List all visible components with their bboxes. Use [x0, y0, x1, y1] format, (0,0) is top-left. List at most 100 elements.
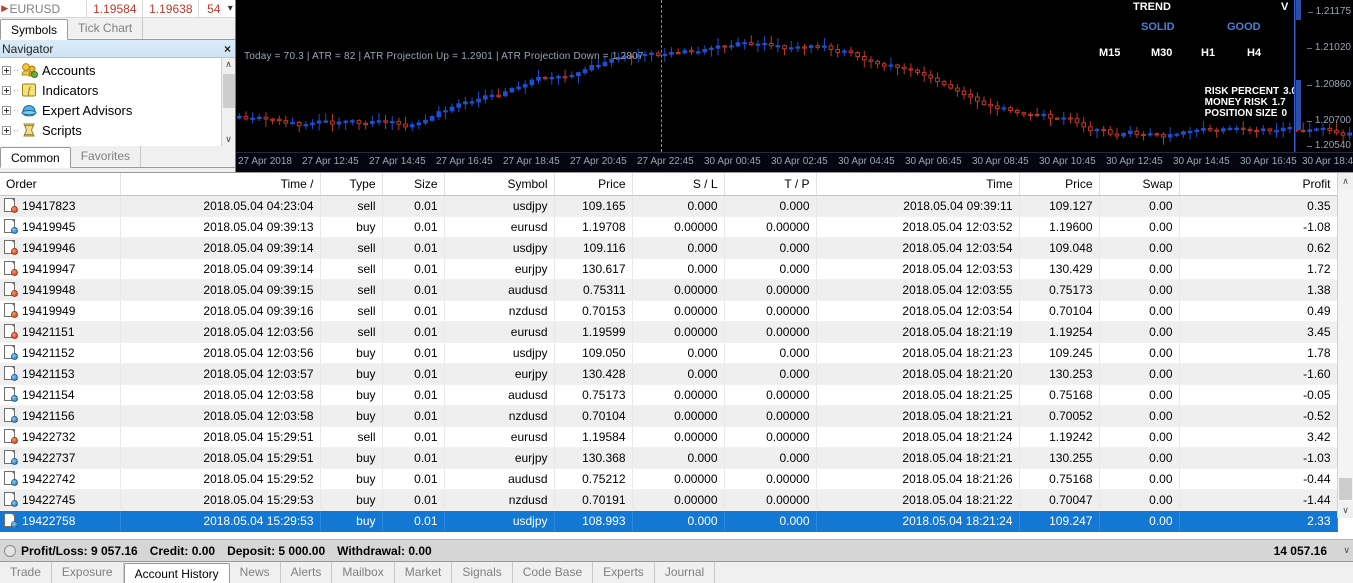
- terminal-tab-journal[interactable]: Journal: [655, 562, 715, 583]
- cell-size: 0.01: [382, 363, 444, 384]
- scroll-down-icon[interactable]: ∨: [1343, 545, 1350, 556]
- terminal-tab-market[interactable]: Market: [395, 562, 453, 583]
- table-row[interactable]: 194227372018.05.04 15:29:51buy0.01eurjpy…: [0, 447, 1337, 468]
- cell-tp: 0.000: [724, 510, 816, 531]
- time-tick: 27 Apr 16:45: [436, 156, 493, 167]
- table-row[interactable]: 194227322018.05.04 15:29:51sell0.01eurus…: [0, 426, 1337, 447]
- time-scale[interactable]: 27 Apr 2018 27 Apr 12:45 27 Apr 14:45 27…: [236, 152, 1353, 172]
- column-header-order[interactable]: Order: [0, 173, 120, 195]
- table-row[interactable]: 194211532018.05.04 12:03:57buy0.01eurjpy…: [0, 363, 1337, 384]
- table-row[interactable]: 194199482018.05.04 09:39:15sell0.01audus…: [0, 279, 1337, 300]
- scroll-down-icon[interactable]: ∨: [225, 133, 232, 146]
- terminal-tab-trade[interactable]: Trade: [0, 562, 52, 583]
- table-row[interactable]: 194199462018.05.04 09:39:14sell0.01usdjp…: [0, 237, 1337, 258]
- scroll-up-icon[interactable]: ∧: [225, 58, 232, 71]
- terminal-tab-account-history[interactable]: Account History: [124, 563, 230, 583]
- order-number: 19422732: [22, 430, 75, 444]
- column-header-type[interactable]: Type: [320, 173, 382, 195]
- cell-size: 0.01: [382, 384, 444, 405]
- timeframe-h4[interactable]: H4: [1247, 47, 1261, 59]
- price-scale[interactable]: 1.21175 1.21020 1.20860 1.20700 1.20540: [1295, 0, 1353, 152]
- tab-symbols[interactable]: Symbols: [0, 19, 68, 40]
- price-tick: 1.20700: [1315, 115, 1351, 126]
- cell-open-price: 109.116: [554, 237, 632, 258]
- table-row[interactable]: 194199472018.05.04 09:39:14sell0.01eurjp…: [0, 258, 1337, 279]
- column-header-close-price[interactable]: Price: [1019, 173, 1099, 195]
- table-row[interactable]: 194178232018.05.04 04:23:04sell0.01usdjp…: [0, 195, 1337, 216]
- column-header-profit[interactable]: Profit: [1179, 173, 1337, 195]
- terminal-tab-signals[interactable]: Signals: [452, 562, 512, 583]
- table-row[interactable]: 194227582018.05.04 15:29:53buy0.01usdjpy…: [0, 510, 1337, 531]
- scrollbar-thumb[interactable]: [223, 74, 235, 108]
- navigator-item-indicators[interactable]: ·· f Indicators: [0, 80, 235, 100]
- scrollbar-thumb[interactable]: [1339, 478, 1352, 500]
- table-row[interactable]: 194211522018.05.04 12:03:56buy0.01usdjpy…: [0, 342, 1337, 363]
- navigator-scrollbar[interactable]: ∧ ∨: [221, 58, 235, 146]
- column-header-close-time[interactable]: Time: [816, 173, 1019, 195]
- column-header-swap[interactable]: Swap: [1099, 173, 1179, 195]
- terminal-tab-news[interactable]: News: [230, 562, 281, 583]
- timeframe-h1[interactable]: H1: [1201, 47, 1215, 59]
- terminal-tab-alerts[interactable]: Alerts: [281, 562, 333, 583]
- cell-order: 19422745: [0, 489, 120, 510]
- cell-sl: 0.00000: [632, 489, 724, 510]
- scroll-up-icon[interactable]: ∧: [1338, 173, 1353, 189]
- price-chart[interactable]: Today = 70.3 | ATR = 82 | ATR Projection…: [236, 0, 1353, 172]
- column-header-open-price[interactable]: Price: [554, 173, 632, 195]
- cell-open-price: 109.165: [554, 195, 632, 216]
- expand-icon[interactable]: [2, 106, 11, 115]
- column-header-symbol[interactable]: Symbol: [444, 173, 554, 195]
- cell-type: buy: [320, 342, 382, 363]
- expert-advisors-icon: [20, 102, 38, 118]
- scroll-down-icon[interactable]: ∨: [1338, 502, 1353, 518]
- terminal-tab-experts[interactable]: Experts: [593, 562, 655, 583]
- table-row[interactable]: 194227452018.05.04 15:29:53buy0.01nzdusd…: [0, 489, 1337, 510]
- navigator-item-scripts[interactable]: ·· Scripts: [0, 120, 235, 140]
- column-header-tp[interactable]: T / P: [724, 173, 816, 195]
- column-header-size[interactable]: Size: [382, 173, 444, 195]
- cell-size: 0.01: [382, 195, 444, 216]
- table-row[interactable]: 194199452018.05.04 09:39:13buy0.01eurusd…: [0, 216, 1337, 237]
- cell-symbol: eurjpy: [444, 447, 554, 468]
- expand-icon[interactable]: [2, 126, 11, 135]
- cell-sl: 0.00000: [632, 384, 724, 405]
- market-watch-quote-row[interactable]: ▶ EURUSD 1.19584 1.19638 54 ▾: [0, 0, 235, 18]
- terminal-tab-code-base[interactable]: Code Base: [513, 562, 593, 583]
- cell-open-time: 2018.05.04 12:03:56: [120, 321, 320, 342]
- trend-solid-label: SOLID: [1141, 21, 1175, 33]
- close-icon[interactable]: ×: [224, 42, 231, 56]
- terminal-tab-mailbox[interactable]: Mailbox: [332, 562, 394, 583]
- cell-size: 0.01: [382, 405, 444, 426]
- table-vertical-scrollbar[interactable]: ∧ ∨: [1337, 173, 1353, 518]
- chevron-down-icon[interactable]: ▾: [226, 3, 236, 14]
- account-history-table-area: Order Time / Type Size Symbol Price S / …: [0, 172, 1353, 539]
- cell-close-price: 109.245: [1019, 342, 1099, 363]
- column-header-sl[interactable]: S / L: [632, 173, 724, 195]
- tab-tick-chart[interactable]: Tick Chart: [68, 18, 143, 39]
- cell-open-time: 2018.05.04 15:29:51: [120, 426, 320, 447]
- order-buy-icon: [4, 219, 17, 234]
- terminal-tab-exposure[interactable]: Exposure: [52, 562, 124, 583]
- navigator-item-accounts[interactable]: ·· Accounts: [0, 60, 235, 80]
- table-row[interactable]: 194211542018.05.04 12:03:58buy0.01audusd…: [0, 384, 1337, 405]
- timeframe-m15[interactable]: M15: [1099, 47, 1120, 59]
- column-header-open-time[interactable]: Time /: [120, 173, 320, 195]
- cell-order: 19419949: [0, 300, 120, 321]
- table-row[interactable]: 194199492018.05.04 09:39:16sell0.01nzdus…: [0, 300, 1337, 321]
- timeframe-m30[interactable]: M30: [1151, 47, 1172, 59]
- table-row[interactable]: 194227422018.05.04 15:29:52buy0.01audusd…: [0, 468, 1337, 489]
- expand-icon[interactable]: [2, 66, 11, 75]
- cell-swap: 0.00: [1099, 426, 1179, 447]
- navigator-item-expert-advisors[interactable]: ·· Expert Advisors: [0, 100, 235, 120]
- table-row[interactable]: 194211562018.05.04 12:03:58buy0.01nzdusd…: [0, 405, 1337, 426]
- crosshair-vline: [661, 0, 662, 152]
- cell-tp: 0.00000: [724, 279, 816, 300]
- cell-tp: 0.00000: [724, 216, 816, 237]
- cell-open-time: 2018.05.04 09:39:15: [120, 279, 320, 300]
- expand-icon[interactable]: [2, 86, 11, 95]
- tab-favorites[interactable]: Favorites: [71, 146, 141, 167]
- table-row[interactable]: 194211512018.05.04 12:03:56sell0.01eurus…: [0, 321, 1337, 342]
- order-sell-icon: [4, 282, 17, 297]
- cell-profit: -1.03: [1179, 447, 1337, 468]
- tab-common[interactable]: Common: [0, 147, 71, 168]
